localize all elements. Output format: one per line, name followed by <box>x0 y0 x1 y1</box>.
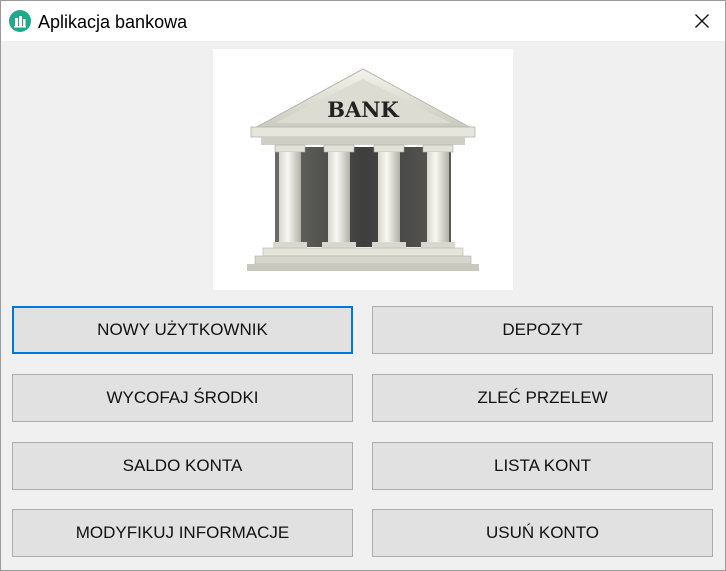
close-icon <box>695 14 709 28</box>
bank-sign-text: BANK <box>327 97 399 122</box>
balance-button[interactable]: SALDO KONTA <box>12 442 353 490</box>
new-user-button[interactable]: NOWY UŻYTKOWNIK <box>12 306 353 354</box>
delete-account-button[interactable]: USUŃ KONTO <box>372 509 713 557</box>
close-button[interactable] <box>679 1 725 41</box>
account-list-button[interactable]: LISTA KONT <box>372 442 713 490</box>
window-title: Aplikacja bankowa <box>38 12 188 32</box>
modify-info-button[interactable]: MODYFIKUJ INFORMACJE <box>12 509 353 557</box>
withdraw-button[interactable]: WYCOFAJ ŚRODKI <box>12 374 353 422</box>
bank-building-image: BANK <box>213 49 513 290</box>
client-area: BANK NOWY UŻYTKOWNIK DEPOZYT WYCOFAJ ŚRO… <box>1 41 725 570</box>
bank-icon <box>9 10 31 32</box>
transfer-button[interactable]: ZLEĆ PRZELEW <box>372 374 713 422</box>
title-bar: Aplikacja bankowa <box>1 1 725 41</box>
app-window: Aplikacja bankowa BANK NOWY UŻYTKOWNIK D… <box>0 0 726 571</box>
deposit-button[interactable]: DEPOZYT <box>372 306 713 354</box>
